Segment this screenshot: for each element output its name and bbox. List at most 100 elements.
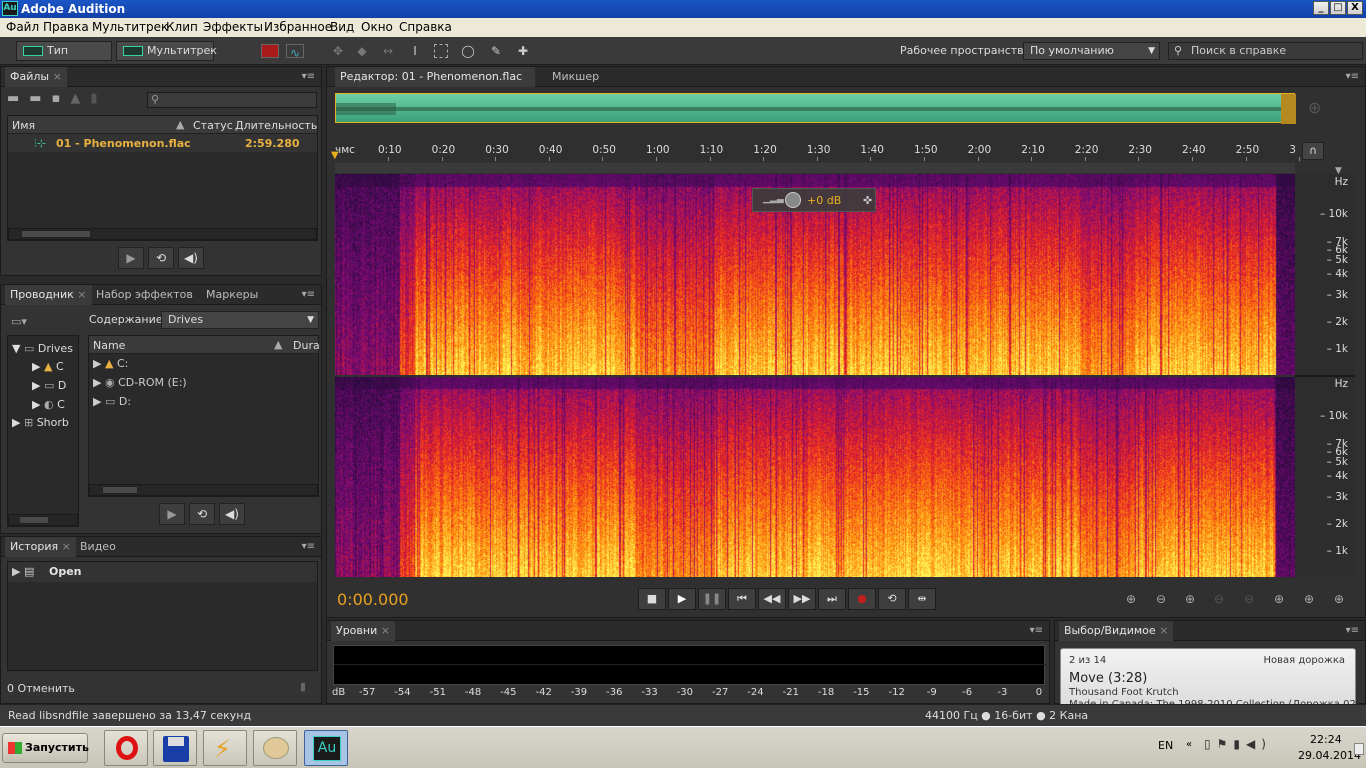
tree-item[interactable]: ▶ ▲ C <box>32 360 64 373</box>
waveform-display-icon[interactable]: ∿ <box>286 44 304 60</box>
horizontal-scrollbar[interactable] <box>89 484 318 496</box>
menu-multitrack[interactable]: Мультитрек <box>92 20 168 34</box>
tray-icons[interactable]: ▯⚑▮◀) <box>1204 737 1272 751</box>
paint-palette-icon[interactable] <box>253 730 297 766</box>
tab-editor[interactable]: Редактор: 01 - Phenomenon.flac ▾ × <box>335 67 535 102</box>
brush-tool-icon[interactable]: ✎ <box>488 43 504 59</box>
zoom-out-point-icon[interactable]: ⊕ <box>1298 590 1320 608</box>
slip-tool-icon[interactable]: ↔ <box>380 43 396 59</box>
play-icon[interactable]: ▶ <box>118 247 144 269</box>
files-search-input[interactable]: ⚲ <box>147 92 317 108</box>
adobe-audition-taskbar-icon[interactable]: Au <box>304 730 348 766</box>
panel-menu-icon[interactable]: ▾≡ <box>1346 625 1359 636</box>
winamp-icon[interactable]: ⚡ <box>203 730 247 766</box>
menu-file[interactable]: Файл <box>6 20 39 34</box>
snap-icon[interactable]: ∩ <box>1302 142 1324 160</box>
zoom-in-point-icon[interactable]: ⊕ <box>1268 590 1290 608</box>
overview-waveform[interactable] <box>335 93 1296 124</box>
delete-icon[interactable]: ▮ <box>90 91 107 106</box>
spectrogram-right-channel[interactable] <box>335 377 1295 577</box>
time-selection-tool-icon[interactable]: I <box>407 43 423 59</box>
autoplay-icon[interactable]: ◀) <box>219 503 245 525</box>
horizontal-scrollbar[interactable] <box>8 228 317 240</box>
zoom-out-amplitude-icon[interactable]: ⊖ <box>1150 590 1172 608</box>
rewind-button[interactable]: ◀◀ <box>758 588 786 610</box>
column-duration[interactable]: Dura <box>293 339 320 352</box>
panel-menu-icon[interactable]: ▾≡ <box>1346 71 1359 82</box>
open-file-icon[interactable]: ▬ <box>7 91 29 106</box>
tab-explorer[interactable]: Проводник × <box>5 285 92 305</box>
zoom-out-full-icon[interactable]: ⊖ <box>1238 590 1260 608</box>
panel-menu-icon[interactable]: ▾≡ <box>302 289 315 300</box>
loop-playback-button[interactable]: ⟲ <box>878 588 906 610</box>
tab-selection-view[interactable]: Выбор/Видимое × <box>1059 621 1174 641</box>
maximize-button[interactable]: □ <box>1330 1 1346 15</box>
menu-help[interactable]: Справка <box>399 20 452 34</box>
tab-markers[interactable]: Маркеры <box>201 285 263 305</box>
spot-healing-tool-icon[interactable]: ✚ <box>515 43 531 59</box>
razor-tool-icon[interactable]: ◆ <box>354 43 370 59</box>
zoom-in-amplitude-icon[interactable]: ⊕ <box>1120 590 1142 608</box>
tree-item[interactable]: ▶ ▭ D <box>32 379 66 392</box>
waveform-view-button[interactable]: Тип сигнала <box>16 41 112 75</box>
hud-gain[interactable]: ▁▂▃ +0 dB ✜ <box>752 188 876 212</box>
play-button[interactable]: ▶ <box>668 588 696 610</box>
tab-mixer[interactable]: Микшер <box>547 67 604 87</box>
tree-item[interactable]: ▶ ⊞ Shorb <box>12 416 69 429</box>
menu-clip[interactable]: Клип <box>166 20 198 34</box>
fast-forward-button[interactable]: ▶▶ <box>788 588 816 610</box>
menu-window[interactable]: Окно <box>361 20 393 34</box>
list-item[interactable]: ▶ ◉ CD-ROM (E:) <box>89 373 318 392</box>
tab-video[interactable]: Видео <box>75 537 121 557</box>
tree-item[interactable]: ▶ ◐ C <box>32 398 65 411</box>
column-name[interactable]: Имя <box>12 119 35 132</box>
menu-effects[interactable]: Эффекты <box>203 20 263 34</box>
close-button[interactable]: X <box>1347 1 1363 15</box>
show-desktop-button[interactable] <box>1354 743 1364 755</box>
panel-menu-icon[interactable]: ▾≡ <box>1030 625 1043 636</box>
panel-menu-icon[interactable]: ▾≡ <box>302 541 315 552</box>
opera-icon[interactable] <box>104 730 148 766</box>
zoom-out-time-icon[interactable]: ⊖ <box>1208 590 1230 608</box>
record-button[interactable]: ● <box>848 588 876 610</box>
tab-history[interactable]: История × <box>5 537 76 557</box>
tray-expand-icon[interactable]: « <box>1186 739 1192 750</box>
new-file-icon[interactable]: ▪ <box>52 91 71 106</box>
column-duration[interactable]: Длительность <box>235 119 317 132</box>
tab-effects-rack[interactable]: Набор эффектов <box>91 285 198 305</box>
drive-icon[interactable]: ▭▾ <box>11 315 27 328</box>
pin-icon[interactable]: ✜ <box>863 194 872 207</box>
play-icon[interactable]: ▶ <box>159 503 185 525</box>
multitrack-view-button[interactable]: Мультитрек <box>116 41 217 61</box>
spectral-display-icon[interactable] <box>261 44 279 58</box>
zoom-in-time-icon[interactable]: ⊕ <box>1179 590 1201 608</box>
move-tool-icon[interactable]: ✥ <box>330 43 346 59</box>
column-name[interactable]: Name <box>93 339 125 352</box>
menu-favorites[interactable]: Избранное <box>264 20 332 34</box>
menu-edit[interactable]: Правка <box>43 20 89 34</box>
tab-files[interactable]: Файлы × <box>5 67 67 87</box>
content-select[interactable]: Drives ▼ <box>161 311 319 329</box>
lasso-tool-icon[interactable]: ◯ <box>460 43 476 59</box>
list-item[interactable]: ▶ ▲ C: <box>89 354 318 373</box>
pause-button[interactable]: ❚❚ <box>698 588 726 610</box>
save-disk-icon[interactable] <box>153 730 197 766</box>
gain-knob[interactable] <box>785 192 801 208</box>
list-item[interactable]: ▶ ▭ D: <box>89 392 318 411</box>
zoom-selection-icon[interactable]: ⊕ <box>1328 590 1350 608</box>
skip-selection-button[interactable]: ⇹ <box>908 588 936 610</box>
go-to-start-button[interactable]: ⏮ <box>728 588 756 610</box>
go-to-end-button[interactable]: ⏭ <box>818 588 846 610</box>
import-icon[interactable]: ▬ <box>29 91 51 106</box>
save-icon[interactable]: ▲ <box>70 91 90 106</box>
marquee-tool-icon[interactable] <box>434 44 448 58</box>
vertical-zoom-bar[interactable] <box>335 163 1295 173</box>
trash-icon[interactable]: ▮ <box>300 680 306 693</box>
table-row[interactable]: ⫶⊹ 01 - Phenomenon.flac 2:59.280 <box>8 134 317 152</box>
tab-levels[interactable]: Уровни × <box>331 621 395 641</box>
list-item[interactable]: ▶ ▤ Open <box>8 562 317 582</box>
menu-view[interactable]: Вид <box>330 20 354 34</box>
autoplay-icon[interactable]: ◀) <box>178 247 204 269</box>
loop-icon[interactable]: ⟲ <box>189 503 215 525</box>
language-indicator[interactable]: EN <box>1158 739 1173 752</box>
